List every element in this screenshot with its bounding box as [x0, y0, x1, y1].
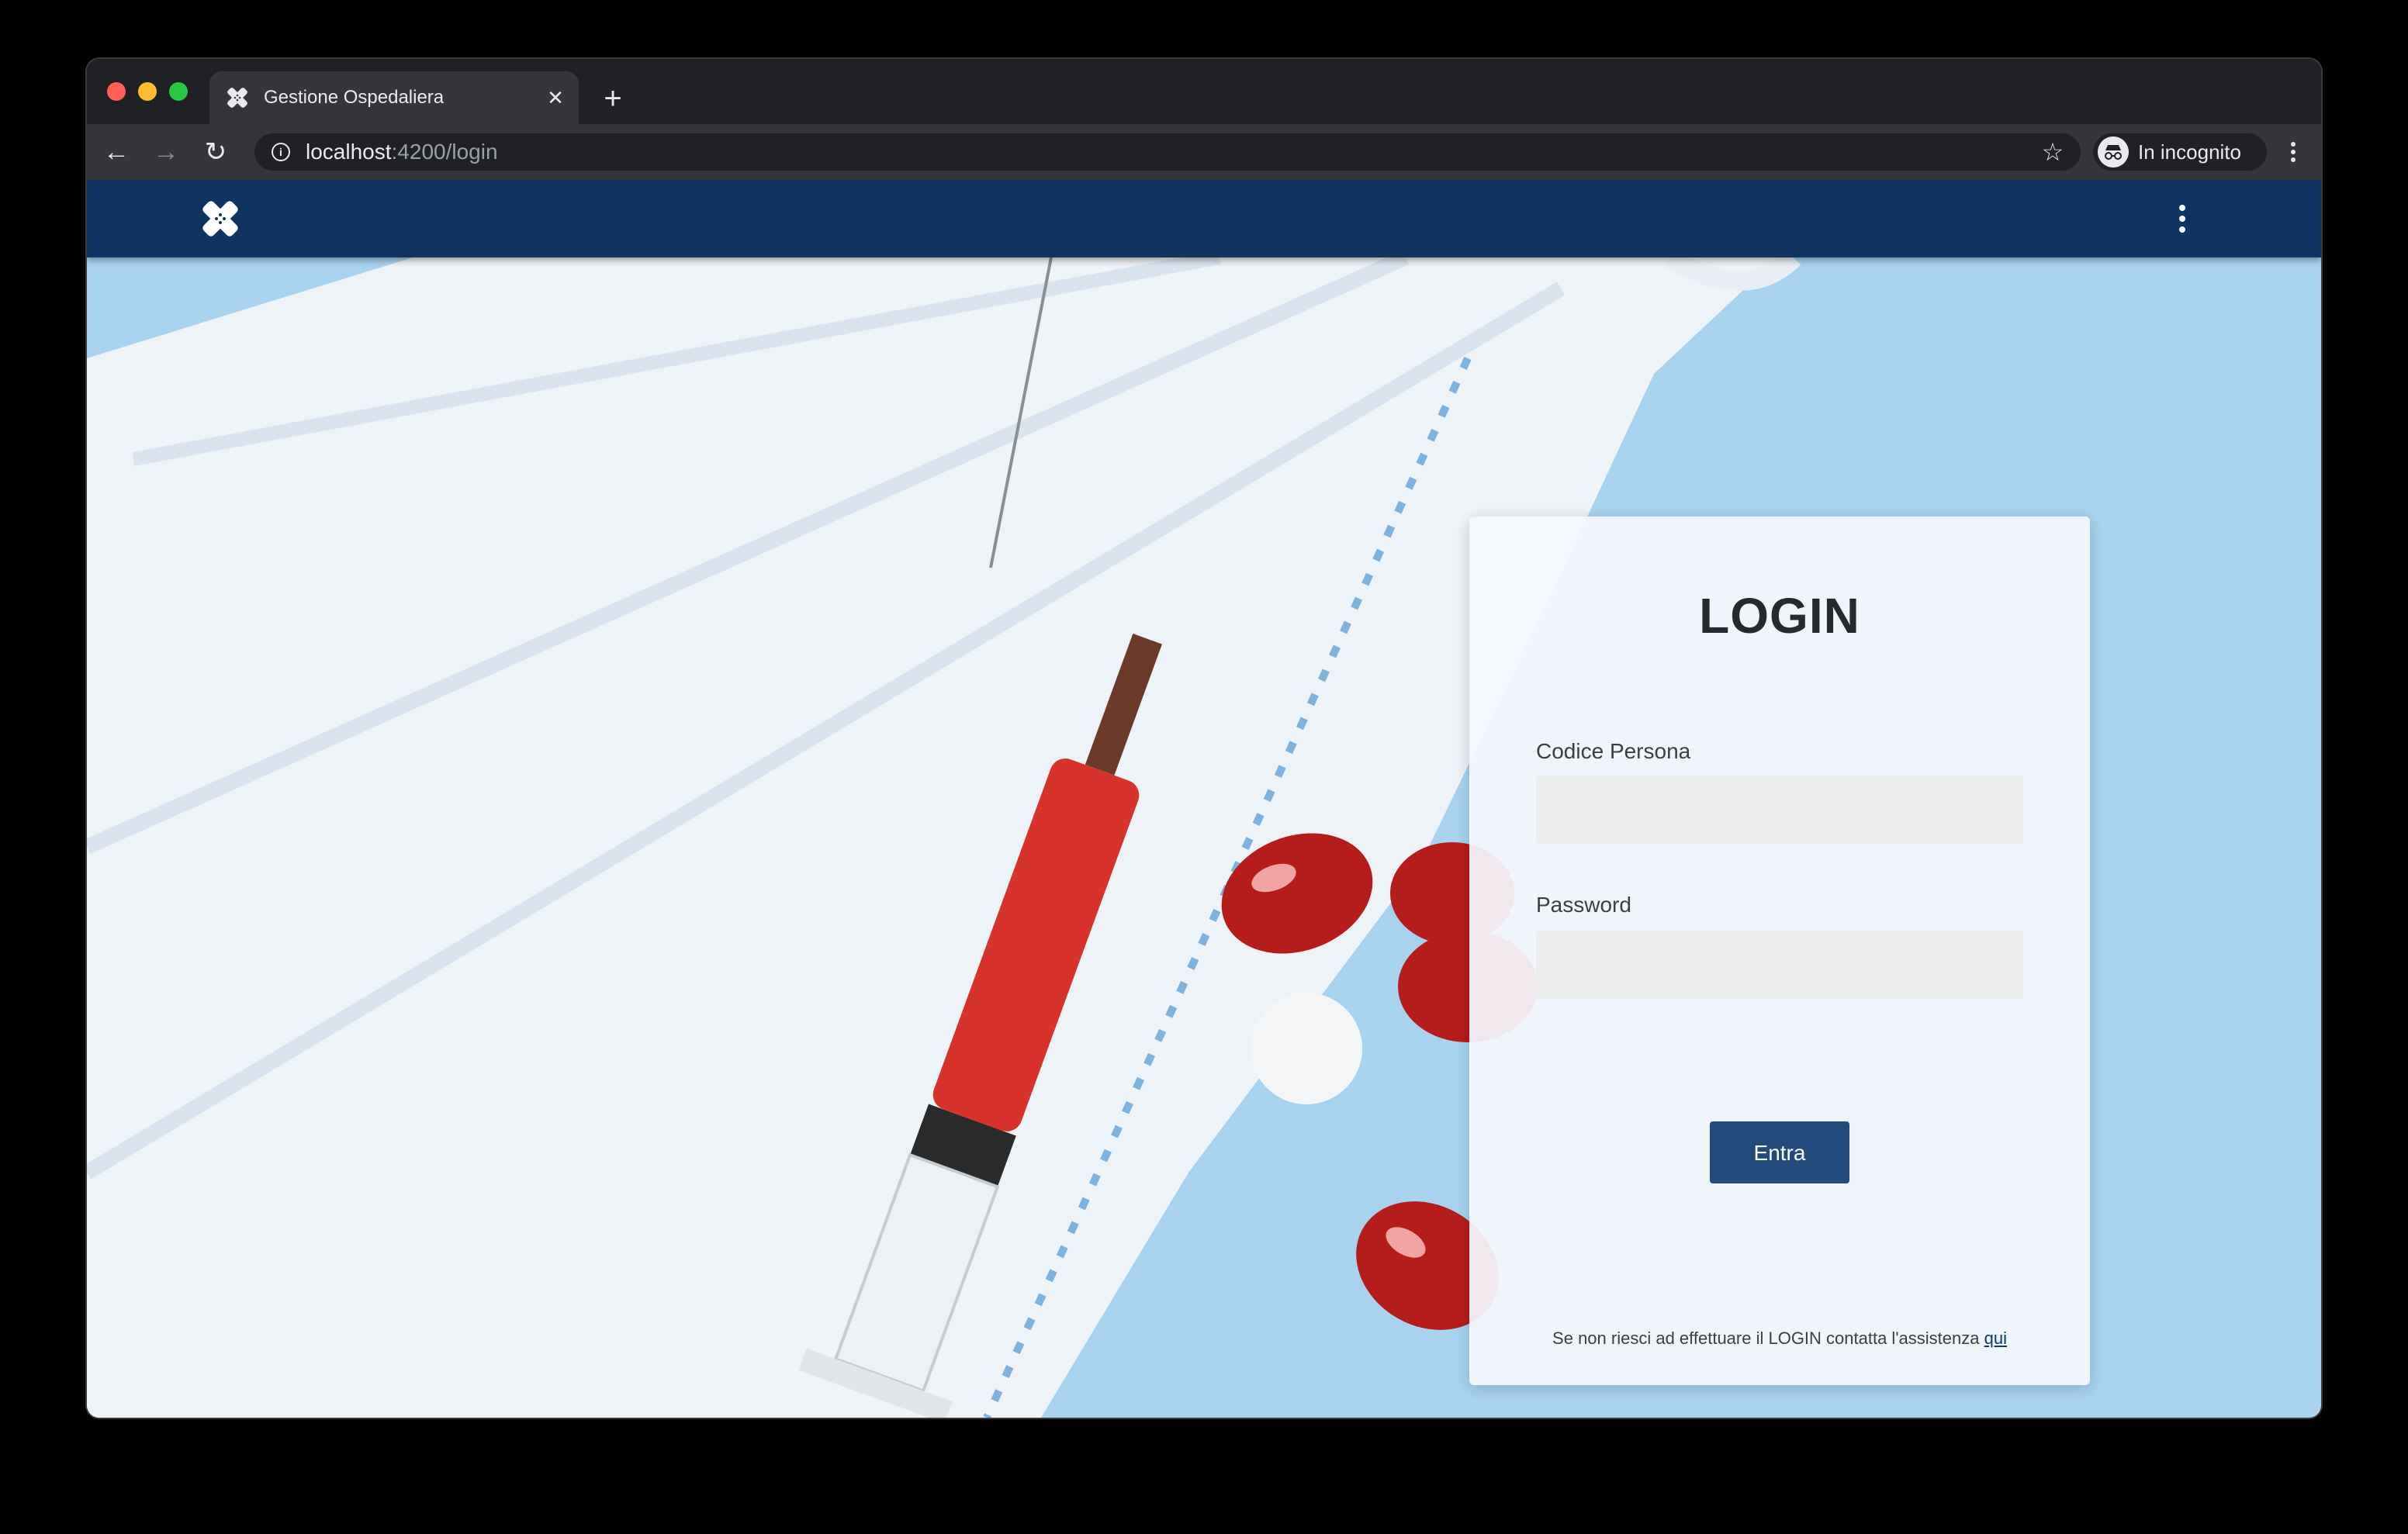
entra-button[interactable]: Entra [1710, 1121, 1849, 1183]
menu-dot [2179, 226, 2185, 233]
address-bar[interactable]: i localhost:4200/login ☆ [254, 133, 2081, 171]
maximize-window-button[interactable] [169, 82, 188, 101]
forward-arrow-icon[interactable]: → [149, 135, 183, 169]
bandage-logo-icon[interactable] [199, 197, 242, 240]
menu-dot [2291, 157, 2296, 162]
help-text: Se non riesci ad effettuare il LOGIN con… [1469, 1328, 2090, 1349]
info-icon[interactable]: i [272, 143, 290, 161]
tab-strip: Gestione Ospedaliera ✕ + [87, 59, 2321, 124]
browser-menu-icon[interactable] [2278, 135, 2309, 169]
password-label: Password [1536, 893, 1631, 917]
bandage-icon [227, 88, 247, 108]
menu-dot [2291, 150, 2296, 154]
url-host: localhost [306, 140, 392, 164]
help-message: Se non riesci ad effettuare il LOGIN con… [1552, 1328, 1980, 1348]
browser-window: Gestione Ospedaliera ✕ + ← → ↻ i localho… [87, 59, 2321, 1418]
url-text: localhost:4200/login [306, 140, 498, 164]
incognito-badge[interactable]: In incognito [2093, 133, 2267, 171]
password-input[interactable] [1536, 931, 2023, 999]
tab-title: Gestione Ospedaliera [264, 87, 445, 108]
reload-icon[interactable]: ↻ [199, 135, 233, 169]
login-title: LOGIN [1699, 588, 1860, 644]
codice-persona-input[interactable] [1536, 776, 2023, 844]
menu-dot [2291, 142, 2296, 147]
menu-dot [2179, 205, 2185, 211]
minimize-window-button[interactable] [138, 82, 157, 101]
back-arrow-icon[interactable]: ← [99, 135, 133, 169]
incognito-label: In incognito [2138, 140, 2241, 164]
close-tab-icon[interactable]: ✕ [543, 85, 568, 110]
menu-dot [2179, 216, 2185, 222]
page-viewport: LOGIN Codice Persona Password Entra Se n… [87, 180, 2321, 1418]
new-tab-icon[interactable]: + [599, 83, 627, 114]
app-header [87, 180, 2321, 257]
codice-persona-label: Codice Persona [1536, 739, 1691, 763]
url-path: :4200/login [391, 140, 498, 164]
incognito-icon [2098, 136, 2129, 168]
app-menu-icon[interactable] [2172, 202, 2191, 236]
close-window-button[interactable] [107, 82, 126, 101]
assistance-link[interactable]: qui [1984, 1328, 2007, 1348]
login-card: LOGIN Codice Persona Password Entra Se n… [1469, 517, 2090, 1385]
browser-tab[interactable]: Gestione Ospedaliera ✕ [209, 71, 579, 124]
bookmark-star-icon[interactable]: ☆ [2037, 136, 2068, 168]
browser-toolbar: ← → ↻ i localhost:4200/login ☆ In incogn… [87, 124, 2321, 180]
